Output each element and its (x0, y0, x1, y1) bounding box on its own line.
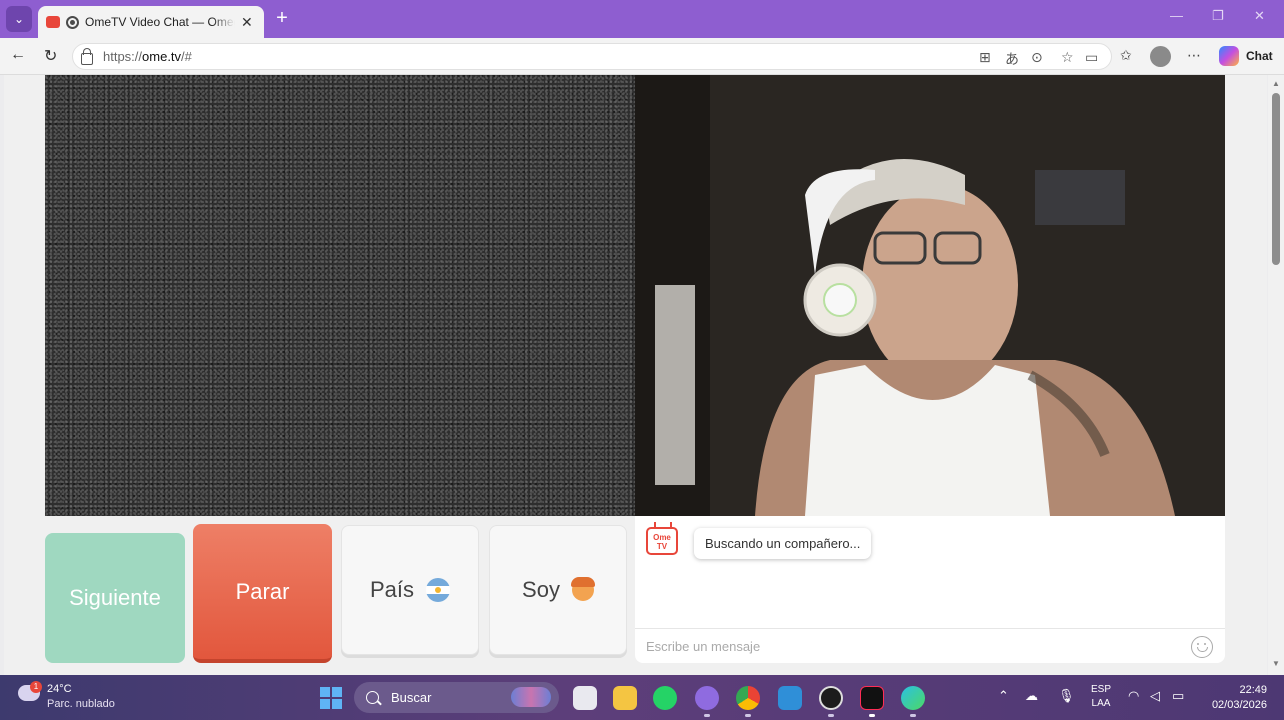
url-host: ome.tv (142, 49, 182, 64)
tab-title: OmeTV Video Chat — Omegle (85, 15, 235, 29)
vscode-icon[interactable] (778, 686, 802, 710)
weather-description[interactable]: Parc. nublado (47, 698, 115, 710)
taskbar-search-box[interactable]: Buscar (354, 682, 559, 713)
windows-start-icon[interactable] (320, 687, 342, 709)
url-path: /# (181, 49, 192, 64)
close-window-button[interactable]: ✕ (1254, 8, 1265, 24)
app-available-icon[interactable]: ⊞ (979, 49, 991, 66)
edge-browser-icon[interactable] (901, 686, 925, 710)
language-code: ESP (1090, 684, 1111, 695)
whatsapp-icon[interactable] (653, 686, 677, 710)
task-view-icon[interactable] (573, 686, 597, 710)
wifi-icon[interactable]: ◠ (1128, 688, 1139, 704)
running-indicator (745, 714, 751, 717)
battery-icon[interactable]: ▭ (1172, 688, 1184, 704)
media-app-icon[interactable] (695, 686, 719, 710)
search-label: Buscar (391, 690, 432, 705)
new-tab-button[interactable]: + (270, 7, 294, 30)
browser-titlebar: ⌄ OmeTV Video Chat — Omegle ✕ + — ❐ ✕ (0, 0, 1284, 38)
search-highlight-icon (511, 687, 551, 707)
address-bar[interactable]: https:// ome.tv /# ⊞ あ ⊙ ☆ ▭ (72, 43, 1112, 70)
maximize-button[interactable]: ❐ (1212, 8, 1224, 24)
copilot-chat-button[interactable]: Chat (1246, 49, 1273, 63)
favorite-star-icon[interactable]: ☆ (1061, 49, 1074, 66)
boy-avatar-icon (570, 577, 595, 601)
ometv-logo: Ome TV (646, 527, 678, 555)
next-button[interactable]: Siguiente (45, 533, 185, 663)
stop-button-label: Parar (235, 578, 290, 604)
tiktok-icon[interactable] (860, 686, 884, 710)
audio-playing-icon[interactable] (66, 15, 79, 29)
active-indicator (869, 714, 875, 717)
country-filter-button[interactable]: País (341, 525, 479, 655)
back-arrow-icon[interactable]: ← (10, 46, 26, 64)
scrollbar-thumb[interactable] (1272, 93, 1280, 265)
copilot-icon[interactable] (1219, 46, 1239, 66)
emoji-smiley-icon[interactable] (1191, 636, 1213, 658)
reload-icon[interactable]: ↻ (44, 46, 57, 66)
volume-icon[interactable]: ◁ (1150, 688, 1160, 704)
message-input[interactable]: Escribe un mensaje (635, 628, 1225, 663)
tab-close-icon[interactable]: ✕ (241, 14, 253, 31)
minimize-button[interactable]: — (1170, 8, 1183, 23)
stop-button[interactable]: Parar (193, 524, 332, 663)
camera-in-use-icon[interactable]: ▭ (1085, 49, 1098, 66)
obs-studio-icon[interactable] (819, 686, 843, 710)
translate-icon[interactable]: あ (1005, 49, 1019, 69)
settings-more-icon[interactable]: ⋯ (1187, 47, 1201, 64)
self-camera-video (635, 75, 1225, 516)
windows-taskbar: 1 24°C Parc. nublado Buscar ⌃ ☁ 🎙 ESP LA… (0, 675, 1284, 720)
browser-toolbar: ← ↻ https:// ome.tv /# ⊞ あ ⊙ ☆ ▭ ✩ ⋯ Cha… (0, 38, 1284, 75)
page-scrollbar[interactable]: ▲ ▼ (1268, 75, 1284, 675)
gender-select-button[interactable]: Soy (489, 525, 627, 655)
profile-avatar[interactable] (1150, 46, 1171, 67)
country-button-label: País (369, 577, 415, 602)
tray-app-icon[interactable]: ☁ (1025, 688, 1038, 704)
clock-date: 02/03/2026 (1211, 699, 1267, 711)
chat-panel: Ome TV Buscando un compañero... Escribe … (635, 516, 1225, 663)
input-language[interactable]: ESP LAA (1090, 683, 1112, 711)
microphone-icon[interactable]: 🎙 (1058, 688, 1075, 704)
scroll-down-icon[interactable]: ▼ (1272, 659, 1280, 668)
gender-button-label: Soy (522, 577, 560, 602)
tab-actions-chevron-icon[interactable]: ⌄ (6, 6, 32, 32)
weather-temperature[interactable]: 24°C (47, 683, 72, 695)
chrome-icon[interactable] (736, 686, 760, 710)
url-protocol: https:// (103, 49, 143, 64)
keyboard-layout: LAA (1091, 698, 1111, 709)
chat-status-message: Buscando un compañero... (694, 528, 872, 559)
running-indicator (828, 714, 834, 717)
next-button-label: Siguiente (69, 585, 161, 610)
lock-icon[interactable] (81, 47, 93, 65)
webcam-person-image (635, 75, 1225, 516)
tray-overflow-chevron-icon[interactable]: ⌃ (998, 688, 1009, 704)
file-explorer-icon[interactable] (613, 686, 637, 710)
taskbar-clock[interactable]: 22:49 02/03/2026 (1205, 683, 1267, 713)
running-indicator (910, 714, 916, 717)
weather-badge: 1 (30, 681, 42, 693)
running-indicator (704, 714, 710, 717)
partner-video-static (45, 75, 635, 516)
more-tools-icon[interactable]: ⊙ (1031, 49, 1043, 66)
clock-time: 22:49 (1239, 684, 1267, 696)
search-icon (366, 691, 379, 704)
scroll-up-icon[interactable]: ▲ (1272, 79, 1280, 88)
favorites-icon[interactable]: ✩ (1120, 47, 1132, 64)
argentina-flag-icon (426, 578, 451, 602)
ometv-favicon-icon (46, 16, 60, 28)
browser-tab[interactable]: OmeTV Video Chat — Omegle ✕ (38, 6, 264, 38)
